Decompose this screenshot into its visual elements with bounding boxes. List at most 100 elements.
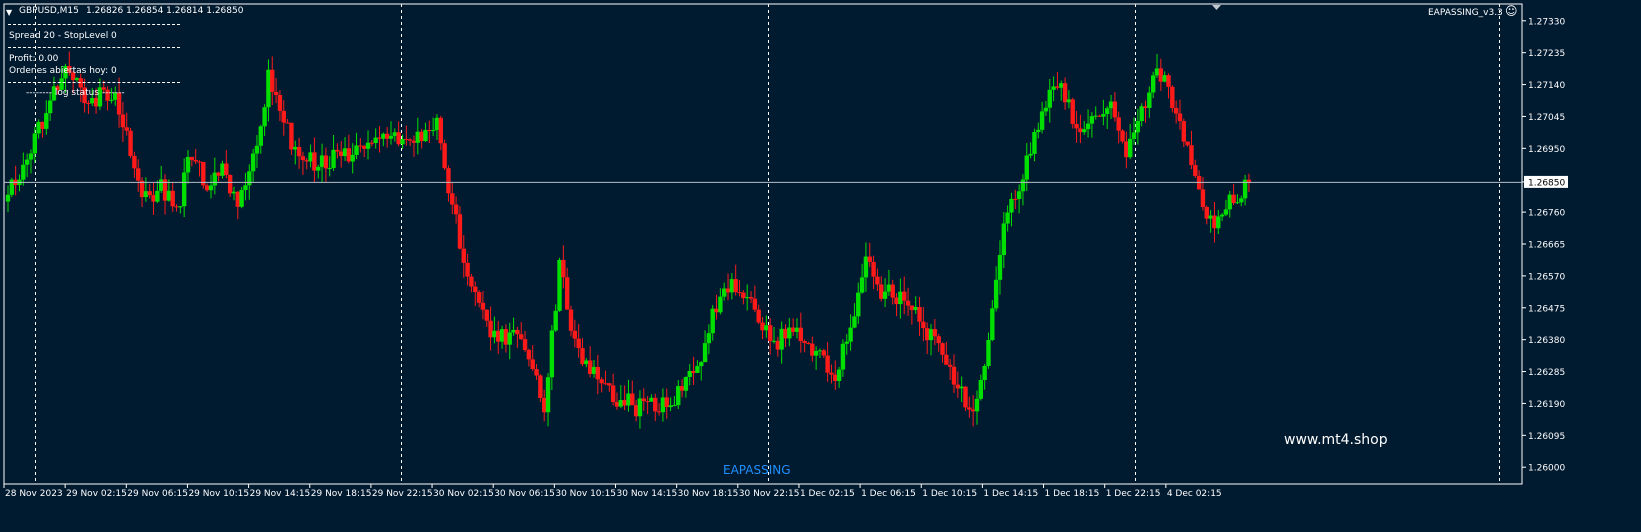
bull-candle — [1028, 153, 1033, 156]
bear-candle — [603, 383, 608, 385]
bull-candle — [492, 330, 497, 338]
bear-candle — [622, 400, 627, 406]
bear-candle — [1112, 101, 1118, 118]
x-tick-label: 30 Nov 14:15 — [617, 489, 678, 499]
bear-candle — [572, 330, 578, 339]
chart-area[interactable]: 1.27330 1.27235 1.27140 1.27045 1.26950 1.268… — [0, 0, 1641, 528]
bull-candle — [266, 69, 271, 108]
bear-candle — [798, 327, 804, 342]
bear-candle — [438, 117, 443, 144]
bear-candle — [737, 292, 742, 294]
bull-candle — [32, 133, 38, 154]
spread-readout: Spread 20 - StopLevel 0 — [9, 31, 117, 41]
bull-candle — [794, 327, 800, 332]
bear-candle — [450, 193, 455, 205]
bull-candle — [1047, 89, 1052, 108]
bull-candle — [683, 376, 689, 391]
bear-candle — [289, 122, 294, 150]
bear-candle — [725, 288, 731, 293]
bear-candle — [312, 152, 317, 171]
bear-candle — [1097, 115, 1102, 117]
bear-candle — [526, 349, 532, 360]
bull-candle — [254, 145, 260, 154]
bull-candle — [584, 360, 589, 365]
bull-candle — [1009, 198, 1014, 213]
bear-candle — [484, 309, 489, 321]
bull-candle — [844, 341, 849, 344]
bear-candle — [139, 180, 145, 198]
bear-candle — [806, 342, 811, 344]
bear-candle — [564, 277, 570, 310]
bull-candle — [591, 366, 597, 374]
bear-candle — [396, 132, 401, 145]
bull-candle — [1101, 114, 1106, 117]
smiley-icon[interactable]: ☺ — [1505, 5, 1518, 17]
bull-candle — [545, 377, 551, 413]
bear-candle — [875, 276, 880, 285]
bear-candle — [630, 393, 635, 406]
bear-candle — [519, 334, 524, 340]
bull-candle — [817, 350, 823, 352]
bull-candle — [155, 190, 160, 202]
bear-candle — [867, 256, 872, 262]
bear-candle — [453, 204, 459, 215]
bear-candle — [515, 329, 520, 335]
bear-candle — [909, 305, 915, 311]
bear-candle — [775, 340, 781, 350]
bull-candle — [319, 155, 325, 167]
orders-readout: Ordenes abiertas hoy: 0 — [9, 66, 117, 76]
bull-candle — [626, 393, 631, 406]
bear-candle — [917, 306, 922, 322]
bull-candle — [1139, 106, 1144, 122]
bull-candle — [1131, 132, 1137, 139]
bear-candle — [503, 329, 509, 345]
bear-candle — [189, 156, 195, 160]
x-tick-label: 29 Nov 22:15 — [372, 489, 433, 499]
bull-candle — [549, 330, 555, 378]
bull-candle — [863, 256, 869, 278]
x-tick-label: 1 Dec 18:15 — [1045, 489, 1100, 499]
bear-candle — [752, 298, 758, 310]
bear-candle — [610, 385, 616, 403]
bull-candle — [1051, 86, 1056, 90]
bear-candle — [879, 284, 884, 299]
bear-candle — [576, 338, 581, 349]
bull-candle — [243, 185, 248, 191]
chart-menu-triangle-icon[interactable]: ▼ — [6, 7, 12, 18]
price-chart[interactable]: 1.27330 1.27235 1.27140 1.27045 1.26950 1.268… — [0, 0, 1641, 528]
x-tick-label: 1 Dec 22:15 — [1106, 489, 1161, 499]
bear-candle — [783, 328, 788, 339]
bear-candle — [760, 322, 765, 331]
bull-candle — [499, 329, 505, 342]
bear-candle — [951, 366, 957, 385]
bear-candle — [932, 329, 938, 337]
bear-candle — [944, 354, 949, 365]
bear-candle — [733, 279, 738, 293]
bull-candle — [813, 350, 819, 356]
bear-candle — [224, 163, 229, 175]
bull-candle — [722, 288, 727, 297]
bear-candle — [1170, 86, 1175, 109]
bear-candle — [197, 161, 202, 163]
x-tick-label: 29 Nov 06:15 — [127, 489, 188, 499]
bull-candle — [1005, 212, 1010, 224]
y-tick-label: 1.26285 — [1528, 368, 1565, 378]
bull-candle — [247, 171, 252, 186]
bull-candle — [1239, 198, 1244, 203]
bear-candle — [358, 145, 363, 147]
bull-candle — [208, 185, 214, 191]
bull-candle — [1227, 194, 1232, 210]
bull-candle — [913, 306, 918, 311]
bull-candle — [1093, 115, 1098, 117]
bear-candle — [963, 386, 968, 408]
bull-candle — [434, 117, 440, 131]
bear-candle — [1120, 130, 1125, 142]
bear-candle — [1204, 207, 1209, 219]
y-tick-label: 1.26190 — [1528, 400, 1565, 410]
bull-candle — [997, 255, 1003, 280]
bull-candle — [1162, 75, 1167, 82]
bear-candle — [802, 341, 807, 343]
bear-candle — [1070, 99, 1075, 124]
bull-candle — [959, 386, 964, 389]
bear-candle — [538, 375, 543, 398]
